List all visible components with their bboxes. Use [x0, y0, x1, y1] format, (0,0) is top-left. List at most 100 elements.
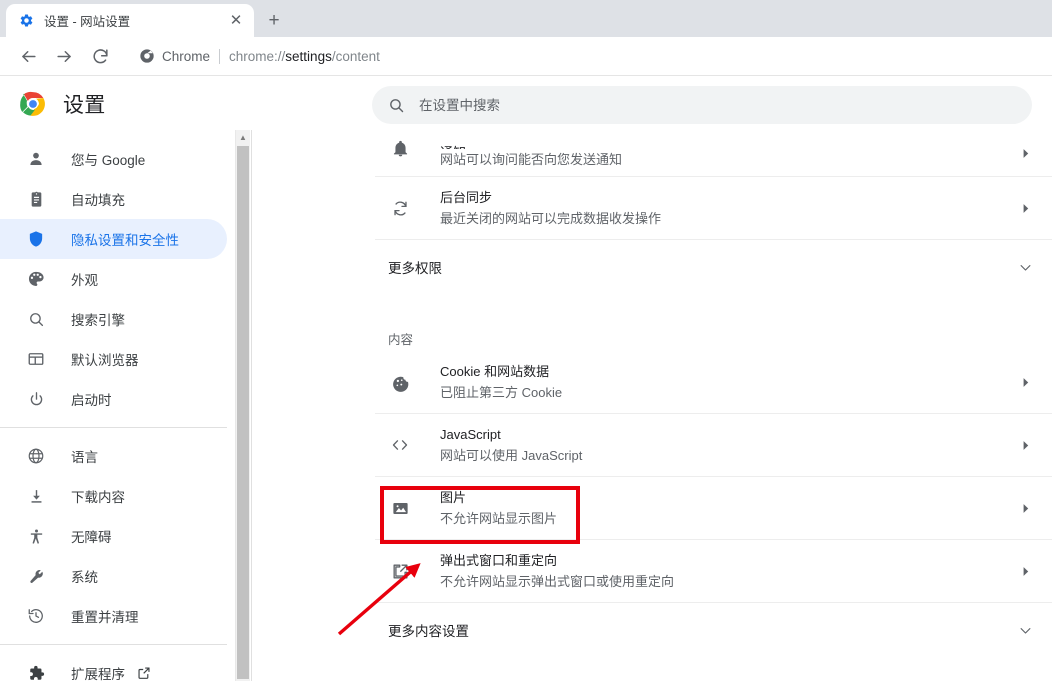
settings-search-box[interactable] [372, 86, 1032, 124]
new-tab-button[interactable]: + [261, 7, 287, 33]
cookie-icon [388, 371, 412, 395]
tab-strip: 设置 - 网站设置 ✕ + [0, 0, 1052, 37]
chevron-right-icon [1016, 199, 1034, 217]
sidebar-item-reset-and-cleanup[interactable]: 重置并清理 [0, 596, 227, 636]
setting-row-text: JavaScript 网站可以使用 JavaScript [440, 425, 1016, 466]
sidebar-item-default-browser[interactable]: 默认浏览器 [0, 339, 227, 379]
sidebar-item-label: 无障碍 [71, 526, 112, 546]
sidebar-item-label: 自动填充 [71, 189, 125, 209]
chrome-logo-icon [20, 91, 46, 117]
search-icon [387, 96, 405, 114]
wrench-icon [26, 566, 46, 586]
chevron-down-icon [1016, 258, 1034, 276]
sidebar-item-label: 外观 [71, 269, 98, 289]
section-more-permissions[interactable]: 更多权限 [375, 240, 1052, 294]
sidebar-item-system[interactable]: 系统 [0, 556, 227, 596]
sidebar-item-label: 下载内容 [71, 486, 125, 506]
setting-row-text: 通知 网站可以询问能否向您发送通知 [440, 157, 1016, 170]
chevron-down-icon [1016, 621, 1034, 639]
section-label: 更多内容设置 [388, 620, 1016, 640]
browser-window-icon [26, 349, 46, 369]
address-bar[interactable]: Chrome chrome://settings/content [128, 42, 1040, 70]
setting-row-title: 后台同步 [440, 188, 1016, 208]
sidebar-item-downloads[interactable]: 下载内容 [0, 476, 227, 516]
sidebar-scrollbar[interactable]: ▲ [235, 130, 250, 681]
page-title: 设置 [63, 89, 105, 119]
bell-icon [388, 136, 412, 160]
setting-row-title: JavaScript [440, 425, 1016, 445]
settings-header: 设置 [0, 77, 1052, 130]
code-brackets-icon [388, 433, 412, 457]
sidebar-top-gap [0, 130, 235, 139]
sidebar-item-label: 系统 [71, 566, 98, 586]
sidebar-item-search-engine[interactable]: 搜索引擎 [0, 299, 227, 339]
autofill-clipboard-icon [26, 189, 46, 209]
section-spacer [375, 294, 1052, 316]
chrome-shield-icon [138, 48, 155, 65]
sidebar-item-label: 您与 Google [71, 149, 145, 169]
settings-content-panel: 通知 网站可以询问能否向您发送通知 后台同步 最近关闭的网站可以完成数据收发操作… [252, 130, 1052, 681]
sidebar-item-privacy-and-security[interactable]: 隐私设置和安全性 [0, 219, 227, 259]
sync-icon [388, 196, 412, 220]
setting-row-images[interactable]: 图片 不允许网站显示图片 [375, 477, 1052, 540]
back-icon[interactable] [14, 42, 42, 70]
sidebar-item-on-startup[interactable]: 启动时 [0, 379, 227, 419]
setting-row-title: 通知 [440, 143, 1016, 149]
section-more-content-settings[interactable]: 更多内容设置 [375, 603, 1052, 657]
person-icon [26, 149, 46, 169]
reload-icon[interactable] [86, 42, 114, 70]
section-label: 更多权限 [388, 257, 1016, 277]
scroll-up-icon[interactable]: ▲ [236, 130, 250, 145]
setting-row-text: 后台同步 最近关闭的网站可以完成数据收发操作 [440, 188, 1016, 229]
sidebar-item-label: 默认浏览器 [71, 349, 139, 369]
setting-row-background-sync[interactable]: 后台同步 最近关闭的网站可以完成数据收发操作 [375, 177, 1052, 240]
chevron-right-icon [1016, 499, 1034, 517]
search-input[interactable] [419, 86, 1016, 124]
sidebar-divider [0, 644, 227, 645]
omnibox-separator [219, 49, 220, 64]
globe-icon [26, 446, 46, 466]
sidebar-item-languages[interactable]: 语言 [0, 436, 227, 476]
sidebar-item-autofill[interactable]: 自动填充 [0, 179, 227, 219]
setting-row-javascript[interactable]: JavaScript 网站可以使用 JavaScript [375, 414, 1052, 477]
setting-row-title: Cookie 和网站数据 [440, 362, 1016, 382]
setting-row-cookies[interactable]: Cookie 和网站数据 已阻止第三方 Cookie [375, 352, 1052, 414]
browser-toolbar: Chrome chrome://settings/content [0, 37, 1052, 76]
sidebar-item-you-and-google[interactable]: 您与 Google [0, 139, 227, 179]
settings-sidebar: 您与 Google 自动填充 隐私设置和安全性 外观 搜索引擎 默认浏览器 [0, 130, 235, 681]
sidebar-item-extensions[interactable]: 扩展程序 [0, 653, 227, 681]
power-icon [26, 389, 46, 409]
close-icon[interactable]: ✕ [225, 10, 247, 32]
setting-row-subtitle: 网站可以使用 JavaScript [440, 446, 1016, 466]
chevron-right-icon [1016, 562, 1034, 580]
setting-row-subtitle: 已阻止第三方 Cookie [440, 383, 1016, 403]
setting-row-notifications[interactable]: 通知 网站可以询问能否向您发送通知 [375, 130, 1052, 177]
omnibox-url: chrome://settings/content [229, 49, 380, 64]
puzzle-icon [26, 663, 46, 681]
setting-row-text: 图片 不允许网站显示图片 [440, 488, 1016, 529]
setting-row-title: 图片 [440, 488, 1016, 508]
setting-row-subtitle: 不允许网站显示图片 [440, 509, 1016, 529]
content-group-heading: 内容 [375, 316, 1052, 352]
omnibox-url-prefix: chrome:// [229, 49, 285, 64]
accessibility-icon [26, 526, 46, 546]
sidebar-item-label: 搜索引擎 [71, 309, 125, 329]
sidebar-item-accessibility[interactable]: 无障碍 [0, 516, 227, 556]
scrollbar-thumb[interactable] [237, 146, 249, 679]
setting-row-subtitle: 最近关闭的网站可以完成数据收发操作 [440, 209, 1016, 229]
omnibox-url-host: settings [285, 49, 332, 64]
gear-icon [18, 13, 34, 29]
setting-row-title: 弹出式窗口和重定向 [440, 551, 1016, 571]
external-link-icon [137, 666, 151, 680]
sidebar-item-appearance[interactable]: 外观 [0, 259, 227, 299]
restore-clock-icon [26, 606, 46, 626]
shield-icon [26, 229, 46, 249]
palette-icon [26, 269, 46, 289]
chevron-right-icon [1016, 144, 1034, 162]
sidebar-item-label: 启动时 [71, 389, 112, 409]
setting-row-popups-and-redirects[interactable]: 弹出式窗口和重定向 不允许网站显示弹出式窗口或使用重定向 [375, 540, 1052, 603]
forward-icon[interactable] [50, 42, 78, 70]
image-icon [388, 496, 412, 520]
sidebar-item-label: 隐私设置和安全性 [71, 229, 179, 249]
browser-tab-active[interactable]: 设置 - 网站设置 ✕ [6, 4, 254, 37]
